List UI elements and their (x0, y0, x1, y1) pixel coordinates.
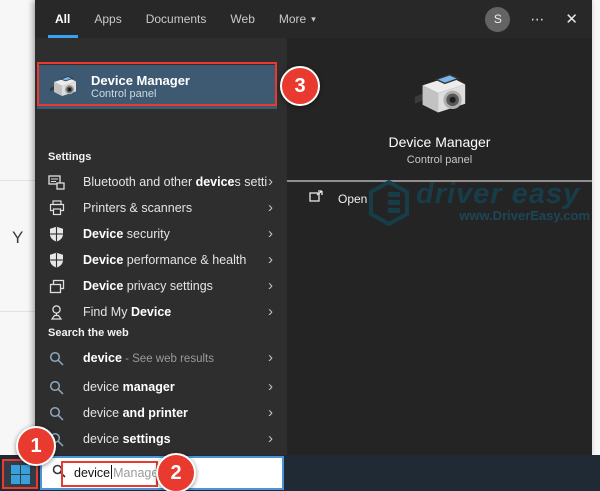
web-first-result: device - See web results › (35, 345, 287, 371)
preview-subtitle: Control panel (406, 154, 473, 166)
taskbar: device Manager (0, 455, 600, 491)
location-icon (48, 304, 65, 321)
text-caret (111, 465, 113, 479)
more-options-icon[interactable]: ⋯ (530, 11, 545, 28)
web-suggestion-item[interactable]: device settings › (35, 426, 287, 452)
chevron-right-icon: › (268, 224, 273, 242)
shield-icon (48, 252, 65, 269)
settings-result-item[interactable]: Device performance & health › (35, 247, 287, 273)
search-filter-tabs: All Apps Documents Web More ▾ (55, 0, 316, 38)
web-search-result-item[interactable]: device - See web results › (35, 345, 287, 371)
search-the-web-header: Search the web (48, 327, 129, 339)
privacy-icon (48, 278, 65, 295)
bluetooth-devices-icon (48, 174, 65, 191)
tab-web[interactable]: Web (230, 0, 254, 38)
start-search-panel: All Apps Documents Web More▾ S ⋯ ✕ Best matc… (35, 0, 592, 473)
settings-result-item[interactable]: Find My Device › (35, 299, 287, 325)
search-input-typed: device (74, 466, 111, 480)
chevron-right-icon: › (268, 250, 273, 268)
chevron-right-icon: › (268, 302, 273, 320)
chevron-right-icon: › (268, 403, 273, 421)
search-icon (48, 379, 65, 396)
web-suggestion-item[interactable]: device manager › (35, 374, 287, 400)
annotation-circle-3: 3 (280, 66, 320, 106)
chevron-right-icon: › (268, 198, 273, 216)
result-label: Find My Device (83, 305, 172, 319)
titlebar-actions: S ⋯ ✕ (485, 6, 578, 32)
annotation-circle-1: 1 (16, 426, 56, 466)
chevron-right-icon: › (268, 429, 273, 447)
background-text: Y (12, 228, 24, 247)
result-label: Bluetooth and other devices settings (83, 175, 268, 189)
close-icon[interactable]: ✕ (565, 10, 578, 28)
search-filter-bar: All Apps Documents Web More ▾ S ⋯ ✕ (35, 0, 592, 38)
tab-apps[interactable]: Apps (94, 0, 121, 38)
preview-title: Device Manager (388, 134, 491, 150)
settings-result-item[interactable]: Device privacy settings › (35, 273, 287, 299)
result-label: Device privacy settings (83, 279, 213, 293)
open-icon (309, 190, 324, 208)
chevron-right-icon: › (268, 172, 273, 190)
web-suggestion-item[interactable]: device and printer › (35, 400, 287, 426)
background-divider (0, 311, 35, 312)
search-icon (48, 405, 65, 422)
settings-result-item[interactable]: Printers & scanners › (35, 195, 287, 221)
screen: Y All Apps Documents Web More▾ S ⋯ ✕ Best ma… (0, 0, 600, 491)
background-divider (0, 180, 35, 181)
result-label: Device performance & health (83, 253, 247, 267)
result-label: device manager (83, 380, 175, 394)
search-icon (48, 350, 65, 367)
search-icon (52, 464, 66, 483)
results-list-column: Best match Device Manager Control panel … (35, 38, 287, 473)
preview-pane: Device Manager Control panel Open (287, 38, 592, 455)
settings-list: Bluetooth and other devices settings›Pri… (35, 169, 287, 325)
tab-documents[interactable]: Documents (146, 0, 207, 38)
result-label: Printers & scanners (83, 201, 193, 215)
chevron-right-icon: › (268, 348, 273, 366)
best-match-item-device-manager[interactable]: Device Manager Control panel (37, 65, 277, 109)
result-label: device and printer (83, 406, 188, 420)
windows-logo-icon (10, 464, 30, 484)
device-manager-icon (47, 71, 79, 103)
best-match-subtitle: Control panel (91, 88, 157, 100)
best-match-title: Device Manager (91, 73, 190, 88)
device-manager-icon-large (409, 64, 471, 131)
result-label: device settings (83, 432, 171, 446)
tab-all[interactable]: All (55, 0, 70, 38)
annotation-circle-2: 2 (156, 453, 196, 491)
preview-divider (287, 180, 592, 182)
settings-header: Settings (48, 151, 92, 163)
account-avatar[interactable]: S (485, 6, 511, 32)
result-label: device - See web results (83, 351, 214, 365)
open-label: Open (338, 192, 368, 206)
settings-result-item[interactable]: Device security › (35, 221, 287, 247)
result-label: Device security (83, 227, 170, 241)
printer-icon (48, 200, 65, 217)
tab-more[interactable]: More ▾ (279, 0, 316, 38)
open-action[interactable]: Open (309, 190, 367, 208)
chevron-right-icon: › (268, 276, 273, 294)
dropdown-arrow-icon: ▾ (311, 13, 316, 24)
shield-icon (48, 226, 65, 243)
settings-result-item[interactable]: Bluetooth and other devices settings› (35, 169, 287, 195)
chevron-right-icon: › (268, 377, 273, 395)
